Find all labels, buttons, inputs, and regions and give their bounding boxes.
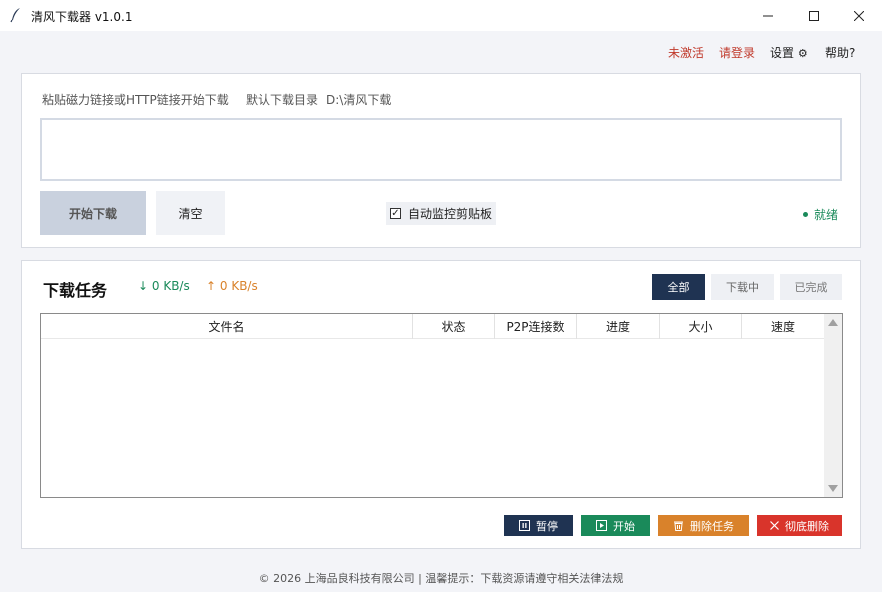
monitor-clipboard-label: 自动监控剪贴板: [408, 207, 493, 221]
delete-task-label: 删除任务: [690, 519, 734, 533]
settings-label: 设置: [770, 46, 795, 60]
upload-speed: ↑ 0 KB/s: [206, 279, 258, 293]
footer-text: © 2026 上海品良科技有限公司 | 温馨提示：下载资源请遵守相关法律法规: [258, 572, 624, 585]
column-header-size[interactable]: 大小: [660, 314, 742, 339]
status-text: 就绪: [814, 208, 839, 222]
default-dir-value[interactable]: D:\清风下载: [326, 91, 391, 108]
purge-button[interactable]: 彻底删除: [757, 515, 842, 536]
tasks-panel: 下载任务 ↓ 0 KB/s ↑ 0 KB/s 全部 下载中 已完成 文件名 状态…: [21, 260, 861, 549]
close-icon: [854, 10, 864, 21]
title-bar: 清风下载器 v1.0.1: [0, 0, 882, 31]
start-label: 开始: [613, 519, 635, 533]
monitor-clipboard-toggle[interactable]: ✓ 自动监控剪贴板: [386, 202, 496, 225]
paste-hint: 粘贴磁力链接或HTTP链接开始下载: [42, 93, 229, 107]
scroll-up-icon[interactable]: [828, 319, 838, 326]
link-input[interactable]: [40, 118, 842, 181]
table-scrollbar[interactable]: [824, 314, 842, 497]
start-download-button[interactable]: 开始下载: [40, 191, 146, 235]
help-link[interactable]: 帮助?: [825, 44, 855, 61]
clear-button[interactable]: 清空: [156, 191, 225, 235]
start-button[interactable]: 开始: [581, 515, 650, 536]
download-speed: ↓ 0 KB/s: [138, 279, 190, 293]
filter-downloading-tab[interactable]: 下载中: [711, 274, 774, 300]
unactivated-link[interactable]: 未激活: [668, 44, 704, 61]
column-header-speed[interactable]: 速度: [742, 314, 824, 339]
tasks-title: 下载任务: [43, 281, 108, 300]
login-link[interactable]: 请登录: [719, 44, 755, 61]
status-indicator: 就绪: [803, 206, 838, 223]
trash-icon: [673, 520, 684, 531]
default-dir-label: 默认下载目录: [246, 93, 319, 107]
pause-label: 暂停: [536, 519, 558, 533]
minimize-button[interactable]: [745, 0, 791, 31]
checkbox-checked-icon[interactable]: ✓: [390, 208, 401, 219]
minimize-icon: [763, 15, 773, 16]
column-header-progress[interactable]: 进度: [577, 314, 660, 339]
filter-completed-tab[interactable]: 已完成: [780, 274, 842, 300]
play-icon: [596, 520, 607, 531]
task-table[interactable]: 文件名 状态 P2P连接数 进度 大小 速度: [40, 313, 843, 498]
column-header-p2p[interactable]: P2P连接数: [495, 314, 577, 339]
table-header: 文件名 状态 P2P连接数 进度 大小 速度: [41, 314, 824, 339]
input-panel: 粘贴磁力链接或HTTP链接开始下载 默认下载目录 D:\清风下载 开始下载 清空…: [21, 73, 861, 248]
purge-label: 彻底删除: [785, 519, 829, 533]
maximize-icon: [809, 10, 819, 21]
status-dot-icon: [803, 212, 808, 217]
close-button[interactable]: [836, 0, 882, 31]
gear-icon: ⚙: [797, 47, 808, 60]
column-header-filename[interactable]: 文件名: [41, 314, 413, 339]
column-header-status[interactable]: 状态: [413, 314, 495, 339]
settings-link[interactable]: 设置 ⚙: [770, 44, 808, 61]
pause-button[interactable]: 暂停: [504, 515, 573, 536]
filter-all-tab[interactable]: 全部: [652, 274, 705, 300]
pause-icon: [519, 520, 530, 531]
feather-icon: [9, 7, 23, 23]
x-icon: [770, 521, 779, 530]
scroll-down-icon[interactable]: [828, 485, 838, 492]
delete-task-button[interactable]: 删除任务: [658, 515, 749, 536]
window-title: 清风下载器 v1.0.1: [31, 10, 133, 24]
maximize-button[interactable]: [791, 0, 837, 31]
